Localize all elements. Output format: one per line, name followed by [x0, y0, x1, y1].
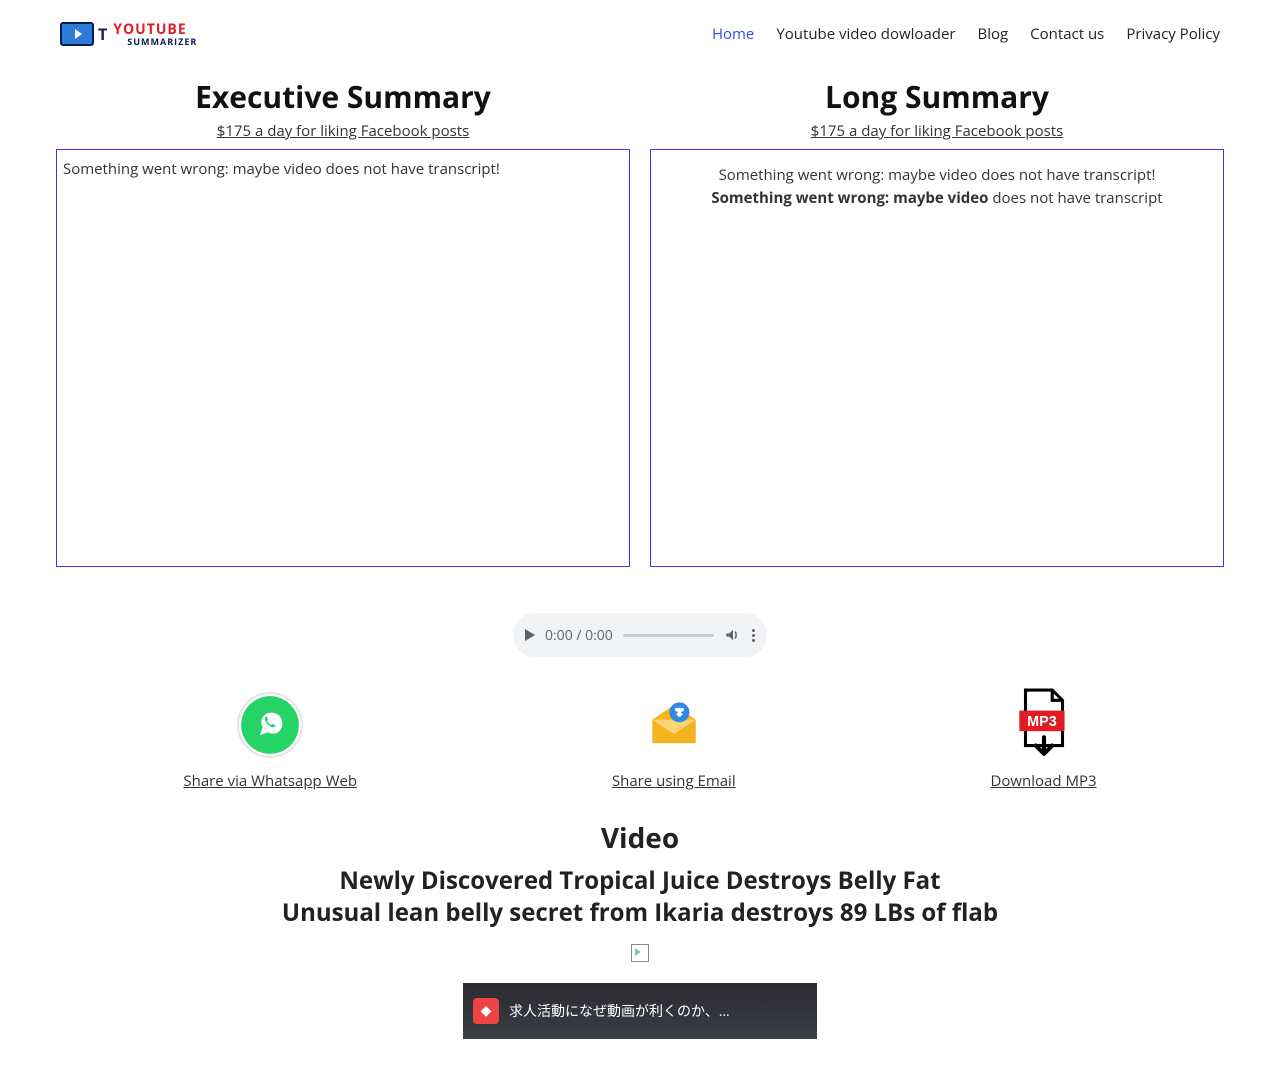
play-icon[interactable] [525, 629, 535, 641]
long-summary-box[interactable]: Something went wrong: maybe video does n… [650, 149, 1224, 567]
audio-time: 0:00 / 0:00 [545, 626, 613, 645]
youtube-embed-title: 求人活動になぜ動画が利くのか、… [509, 1001, 730, 1021]
youtube-badge-icon: ◆ [473, 998, 499, 1024]
broken-image-icon [631, 944, 649, 962]
share-whatsapp-link[interactable]: Share via Whatsapp Web [183, 771, 357, 791]
logo-text-line2: SUMMARIZER [127, 37, 197, 46]
site-logo[interactable]: T YOUTUBE SUMMARIZER [60, 22, 197, 46]
nav-blog[interactable]: Blog [978, 24, 1009, 44]
long-summary-line2: Something went wrong: maybe video does n… [657, 187, 1217, 210]
executive-summary-column: Executive Summary $175 a day for liking … [56, 66, 630, 567]
audio-menu-icon[interactable] [752, 629, 755, 642]
download-mp3-link[interactable]: Download MP3 [991, 771, 1097, 791]
executive-ad-link[interactable]: $175 a day for liking Facebook posts [217, 121, 469, 141]
audio-seek-bar[interactable] [623, 634, 714, 637]
long-ad-link[interactable]: $175 a day for liking Facebook posts [811, 121, 1063, 141]
long-summary-line1: Something went wrong: maybe video does n… [657, 164, 1217, 187]
video-ad-headline[interactable]: Newly Discovered Tropical Juice Destroys… [0, 865, 1280, 930]
logo-mark-icon [60, 22, 94, 46]
mp3-file-icon[interactable]: MP3 [1008, 689, 1080, 761]
audio-player[interactable]: 0:00 / 0:00 [513, 613, 767, 657]
long-summary-line2-bold: Something went wrong: maybe video [711, 188, 988, 208]
long-summary-column: Long Summary $175 a day for liking Faceb… [650, 66, 1224, 567]
executive-summary-title: Executive Summary [195, 76, 491, 117]
svg-text:MP3: MP3 [1027, 714, 1057, 730]
email-icon[interactable] [638, 689, 710, 761]
share-whatsapp: Share via Whatsapp Web [183, 689, 357, 791]
share-email: Share using Email [612, 689, 736, 791]
primary-nav: Home Youtube video dowloader Blog Contac… [712, 24, 1220, 44]
nav-privacy[interactable]: Privacy Policy [1126, 24, 1220, 44]
executive-summary-box[interactable] [56, 149, 630, 567]
whatsapp-icon[interactable] [234, 689, 306, 761]
youtube-embed[interactable]: ◆ 求人活動になぜ動画が利くのか、… [463, 983, 817, 1039]
share-email-link[interactable]: Share using Email [612, 771, 736, 791]
nav-downloader[interactable]: Youtube video dowloader [776, 24, 955, 44]
volume-icon[interactable] [724, 626, 742, 644]
video-heading: Video [0, 819, 1280, 857]
long-summary-title: Long Summary [825, 76, 1049, 117]
logo-tail-icon: T [98, 23, 107, 45]
download-mp3: MP3 Download MP3 [991, 689, 1097, 791]
nav-contact[interactable]: Contact us [1030, 24, 1104, 44]
long-summary-line2-rest: does not have transcript [988, 188, 1162, 208]
nav-home[interactable]: Home [712, 24, 754, 44]
